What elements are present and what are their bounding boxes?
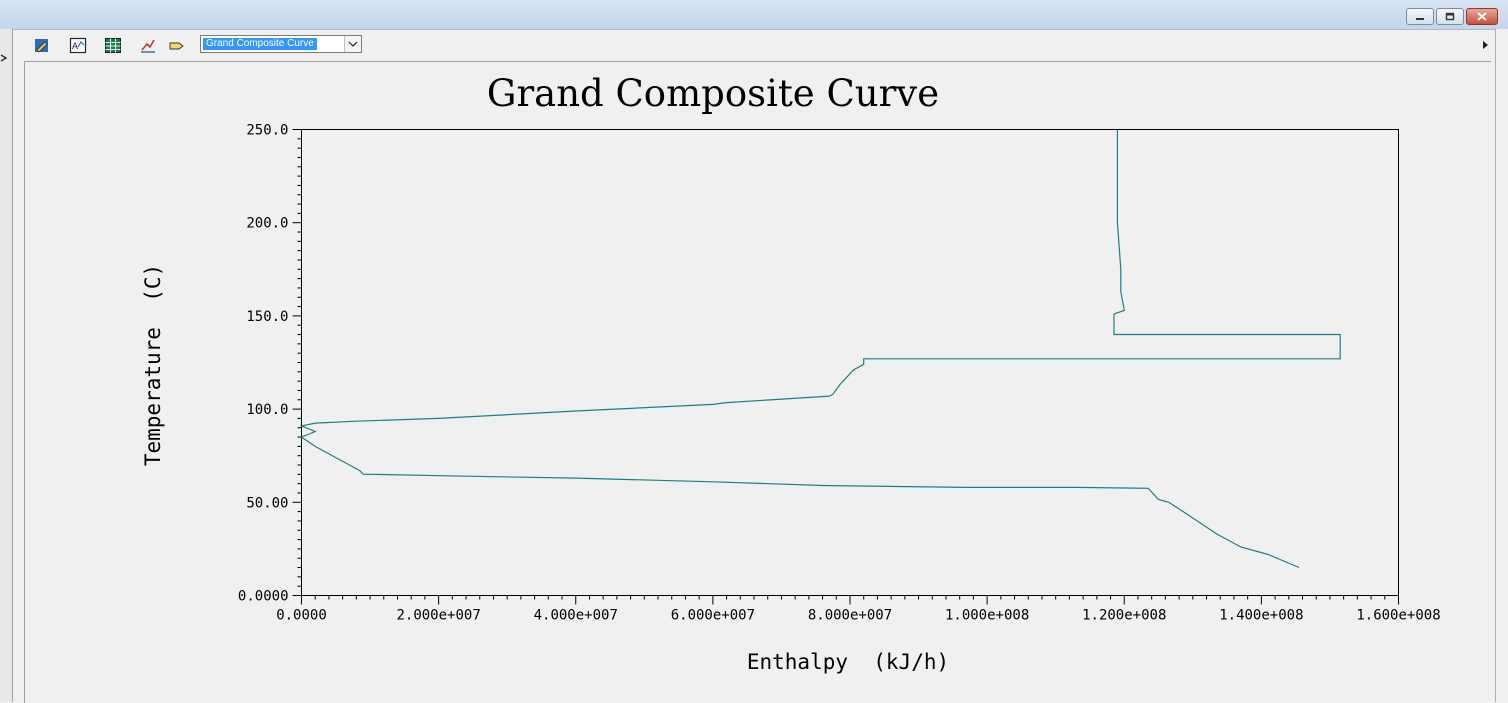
y-tick-label: 100.0 (246, 402, 288, 418)
chevron-down-icon (348, 41, 358, 47)
chevron-right-icon[interactable] (0, 53, 10, 63)
toolbar-overflow-icon[interactable] (1482, 40, 1490, 50)
format-chart-icon[interactable]: A (68, 35, 88, 55)
plot-area (301, 129, 1399, 596)
window-titlebar (0, 0, 1508, 30)
x-tick-label: 1.200e+008 (1082, 608, 1166, 624)
minimize-icon (1416, 17, 1424, 20)
x-tick-label: 8.000e+007 (808, 608, 892, 624)
x-tick-label: 6.000e+007 (671, 608, 755, 624)
graph-control-icon[interactable] (138, 35, 158, 55)
restore-icon (1445, 12, 1455, 21)
close-button[interactable] (1466, 8, 1498, 25)
svg-text:A: A (72, 41, 78, 51)
close-icon (1477, 12, 1487, 21)
right-pane-edge (1495, 29, 1508, 702)
y-tick-label: 250.0 (246, 123, 288, 139)
x-tick-label: 1.000e+008 (945, 608, 1029, 624)
restore-button[interactable] (1436, 8, 1464, 25)
grand-composite-chart[interactable]: Grand Composite Curve 0.0000 50.00 100.0 15… (25, 62, 1491, 703)
x-axis-label: Enthalpy (kJ/h) (747, 650, 949, 674)
minimize-button[interactable] (1406, 8, 1434, 25)
y-tick-label: 150.0 (246, 309, 288, 325)
grand-composite-curve-line (299, 129, 1341, 569)
x-tick-label: 4.000e+007 (534, 608, 618, 624)
edit-icon[interactable] (32, 35, 52, 55)
y-tick-label: 0.0000 (238, 589, 289, 605)
label-icon[interactable] (167, 35, 187, 55)
chart-type-select[interactable]: Grand Composite Curve (200, 35, 362, 53)
chart-type-select-value: Grand Composite Curve (203, 38, 317, 50)
chart-panel: Grand Composite Curve 0.0000 50.00 100.0 15… (24, 61, 1491, 703)
x-tick-label: 0.0000 (276, 608, 327, 624)
window-controls (1406, 8, 1498, 25)
y-tick-label: 200.0 (246, 216, 288, 232)
x-tick-label: 2.000e+007 (396, 608, 480, 624)
dropdown-arrow[interactable] (344, 36, 361, 52)
y-tick-label: 50.00 (246, 495, 288, 511)
chart-title: Grand Composite Curve (487, 72, 939, 115)
x-tick-label: 1.600e+008 (1356, 608, 1440, 624)
chart-toolbar: A Grand Composite Curve (12, 29, 1496, 61)
x-tick-label: 1.400e+008 (1219, 608, 1303, 624)
left-pane-edge (0, 29, 13, 702)
table-icon[interactable] (103, 35, 123, 55)
y-axis-label: Temperature (C) (141, 264, 165, 466)
